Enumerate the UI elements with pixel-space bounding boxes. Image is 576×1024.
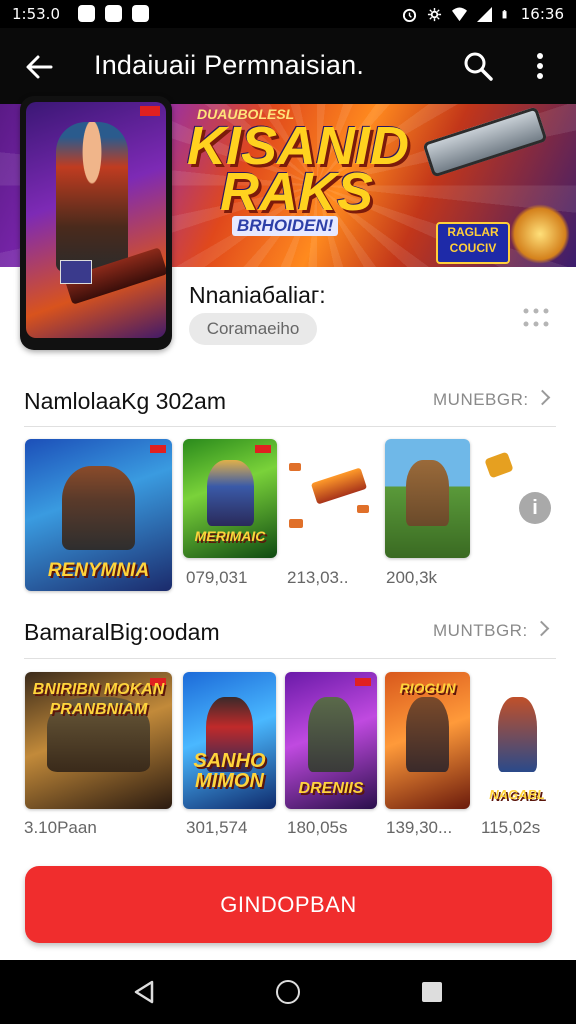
tile-red-tag [150,445,166,453]
wifi-icon [451,6,467,21]
more-vert-icon[interactable] [528,50,552,82]
section1-title: NamlolaaKg 302am [24,388,227,414]
section2-item-2-count: 301,574 [186,818,248,837]
more-options-grid-icon[interactable] [522,307,550,329]
section2-tile-2[interactable]: SANHO MIMON [183,672,276,809]
section2-more-link[interactable]: MUNTBGR: [433,620,549,641]
phone-screen [26,102,166,338]
floating-ammo-art [289,463,301,471]
battery-icon [502,9,507,18]
tile-caption: SANHO MIMON [193,750,266,792]
section2-more-label: MUNTBGR: [433,621,528,640]
tile-caption: MERIMAIC [194,528,266,544]
app-screenshot-phone[interactable] [20,96,172,350]
tile-caption: RENYMNIA [47,560,150,581]
floating-ammo-art [289,519,303,528]
category-chip[interactable]: Coramaeiho [189,313,317,345]
floating-ammo-art [357,505,369,513]
section2-item-1-count: 3.10Paan [24,818,97,837]
section2-item-5-count: 115,02s [481,818,541,837]
section1-tile-4[interactable] [385,439,470,558]
section1-tile-3-floating-art[interactable] [285,445,375,535]
status-bar: 1:53.0 16:36 [0,0,576,28]
section1-more-link[interactable]: MUNEBGR: [433,389,550,410]
notification-icon [105,5,122,22]
floating-weapon-art [310,467,368,505]
tile-character-art [61,466,136,550]
settings-icon [427,7,441,21]
status-time-left: 1:53.0 [12,5,60,23]
status-time-right: 16:36 [520,5,564,23]
section1-tile-2[interactable]: MERIMAIC [183,439,277,558]
app-name: Nnaniaбaliaг: [189,282,326,308]
section2-tile-3[interactable]: DRENIIS [285,672,377,809]
tile-caption: NAGABL [489,787,545,802]
section1-item-3-count: 213,03.. [287,568,349,587]
heart-notification-icon [132,5,149,22]
hero-headline-2: RAKS [220,162,374,222]
alarm-icon [402,8,416,22]
nav-back-icon[interactable] [132,980,156,1004]
tile-caption: RIOGUN [399,680,456,696]
page-title: Indaiuaii Permnaisian. [94,50,365,80]
tile-character-art [206,460,254,526]
tile-caption: DRENIIS [298,780,364,797]
back-arrow-icon[interactable] [24,52,54,82]
section1-tile-1[interactable]: RENYMNIA [25,439,172,591]
section1-item-2-count: 079,031 [186,568,248,587]
nav-home-icon[interactable] [276,980,300,1004]
chevron-right-icon [534,389,550,406]
chevron-right-icon [533,620,549,637]
tile-red-tag [255,445,271,453]
search-icon[interactable] [462,50,494,82]
phone-small-card [60,260,92,284]
tile-character-art [406,460,449,526]
tile-character-art [497,696,537,772]
section2-tile-5[interactable]: NAGABL [478,672,556,809]
hero-subline: BRHOIDEN! [232,216,339,236]
phone-red-tag [140,106,160,116]
primary-action-button[interactable]: GINDOPBAN [25,866,552,943]
section2-divider [24,658,556,659]
hero-badge: RAGLAR COUCIV [436,222,510,264]
app-bar: Indaiuaii Permnaisian. [0,28,576,104]
section2-tile-1[interactable]: BNIRIBN MOKAN PRANBNIAM [25,672,172,809]
info-icon[interactable]: i [519,492,551,524]
tile-character-art [308,696,354,772]
hero-gold-burst-art [510,204,570,264]
nav-recents-icon[interactable] [422,982,442,1002]
messenger-icon [78,5,95,22]
section1-floating-coin-art [484,451,514,479]
tile-red-tag [355,678,371,686]
tile-character-art [406,696,449,772]
section2-item-3-count: 180,05s [287,818,348,837]
tile-caption: BNIRIBN MOKAN PRANBNIAM [32,681,165,718]
section1-more-label: MUNEBGR: [433,390,529,409]
section2-item-4-count: 139,30... [386,818,453,837]
section2-tile-4[interactable]: RIOGUN [385,672,470,809]
section1-item-4-count: 200,3k [386,568,438,587]
section2-title: BamaralBig:oodam [24,619,220,645]
signal-icon [476,6,492,22]
phone-hero-character [56,122,128,272]
system-nav-bar [0,960,576,1024]
section1-divider [24,426,556,427]
